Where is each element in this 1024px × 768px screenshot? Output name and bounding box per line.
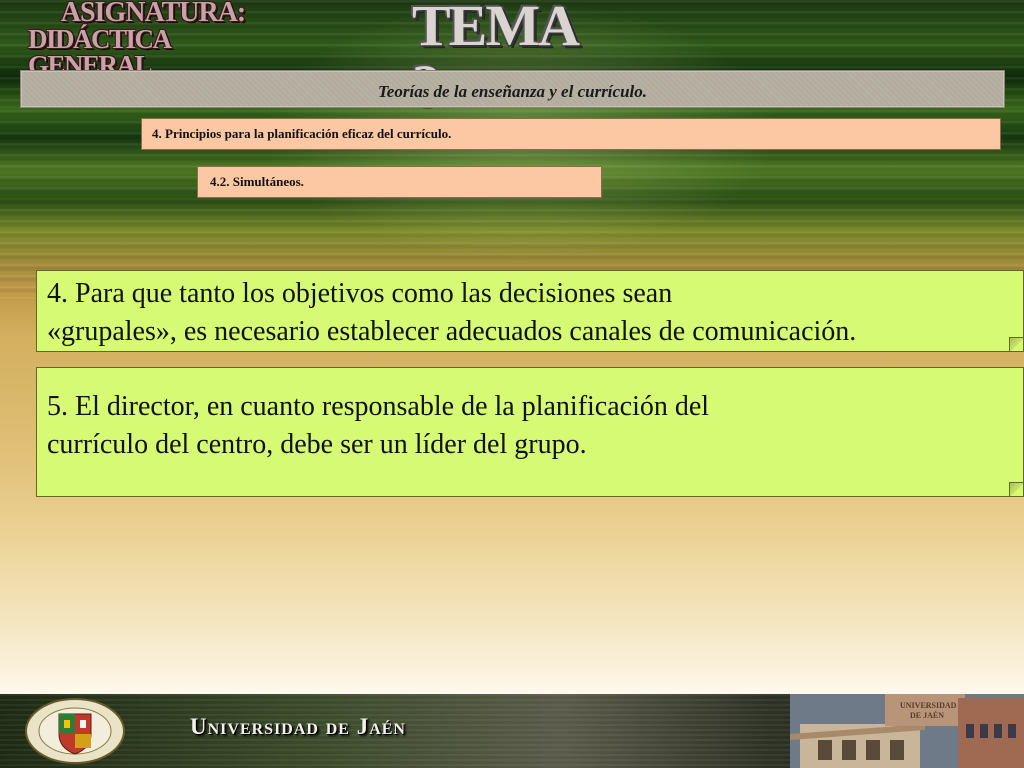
building-sign-line2: DE JAÉN [910,710,944,720]
subsection-title: 4.2. Simultáneos. [210,174,304,189]
university-seal-icon [25,698,125,764]
section-bar: 4. Principios para la planificación efic… [141,118,1001,150]
note-box-5: 5. El director, en cuanto responsable de… [36,367,1024,497]
note-line: 4. Para que tanto los objetivos como las… [47,278,673,309]
university-building-image: UNIVERSIDAD DE JAÉN [790,694,1024,768]
note-line: currículo del centro, debe ser un líder … [47,429,587,460]
topic-title: TEMA 3 [412,0,577,116]
note-box-4: 4. Para que tanto los objetivos como las… [36,270,1024,352]
subsection-bar: 4.2. Simultáneos. [197,166,602,198]
main-title-bar: Teorías de la enseñanza y el currículo. [20,70,1005,108]
subject-logo: ASIGNATURA: DIDÁCTICA GENERAL [28,0,278,79]
section-title: 4. Principios para la planificación efic… [152,126,452,141]
note-line: 5. El director, en cuanto responsable de… [47,391,710,422]
building-sign-line1: UNIVERSIDAD [900,701,957,710]
university-name: Universidad de Jaén [190,714,406,739]
note-line: «grupales», es necesario establecer adec… [47,316,857,347]
main-title: Teorías de la enseñanza y el currículo. [377,82,648,101]
footer-banner: Universidad de Jaén UNIVERSIDAD DE JAÉN [0,694,1024,768]
subject-line1: ASIGNATURA: [60,0,247,28]
page-curl-icon [1009,482,1023,496]
page-curl-icon [1009,337,1023,351]
